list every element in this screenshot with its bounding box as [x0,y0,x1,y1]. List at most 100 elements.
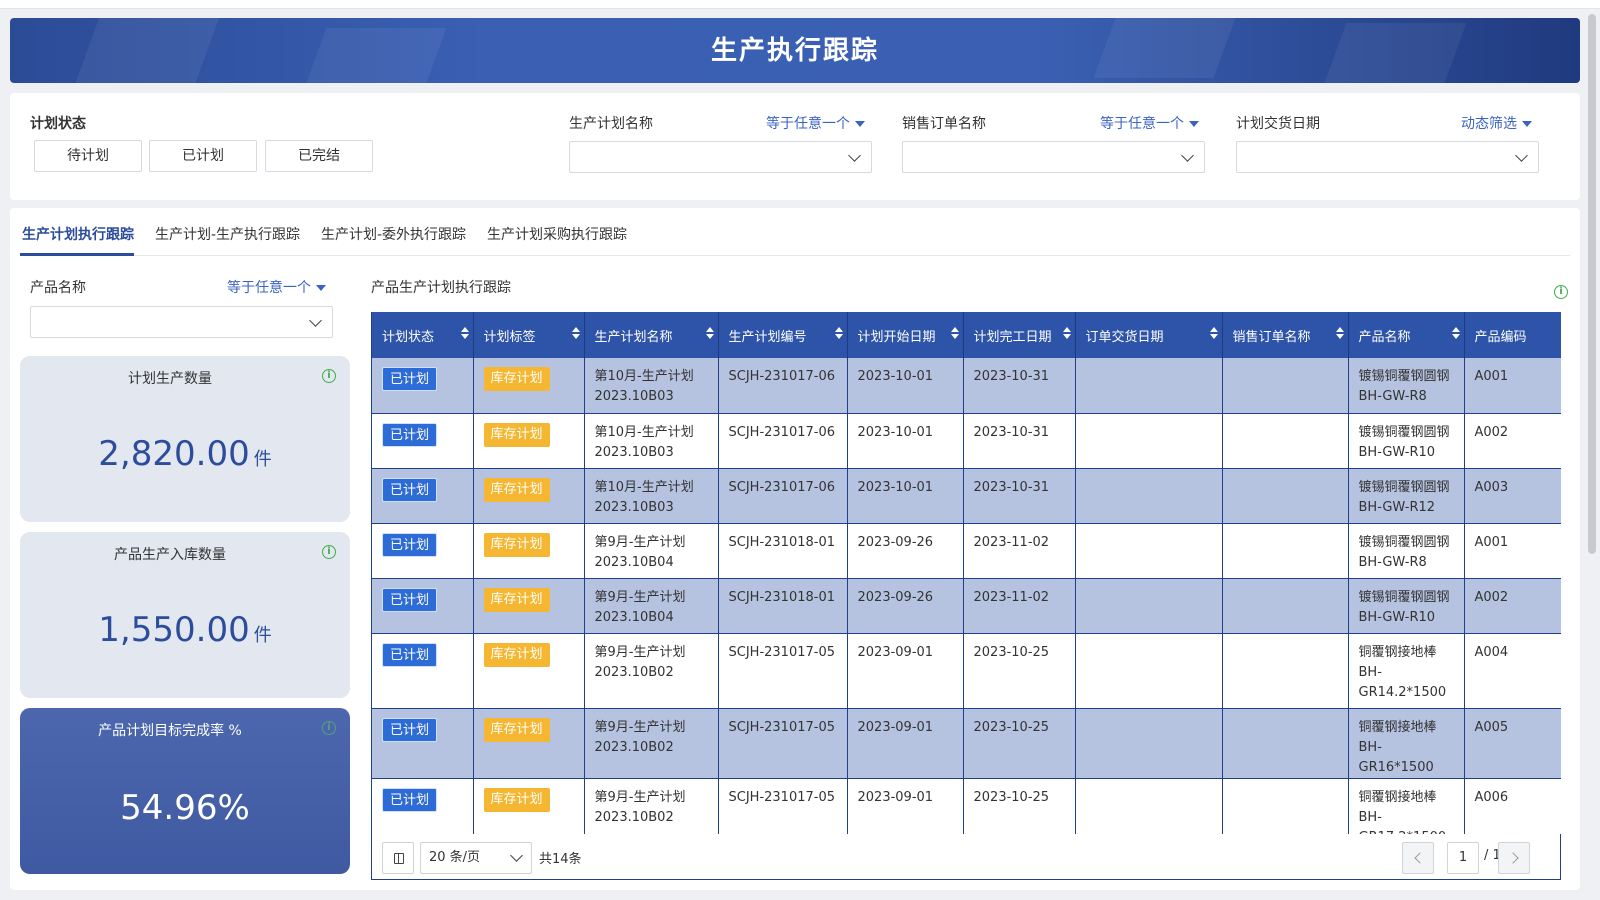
table-cell-end: 2023-10-31 [963,358,1076,414]
next-page-button[interactable] [1498,842,1530,874]
kpi-title: 计划生产数量 [128,371,212,387]
plan-status-label: 计划状态 [30,116,86,132]
column-header-label: 产品编码 [1474,329,1527,345]
table-cell-sales-order [1222,413,1349,469]
status-finished-button[interactable]: 已完结 [265,140,373,172]
table-cell-delivery [1075,578,1223,634]
delivery-date-operator[interactable]: 动态筛选 [1461,113,1532,133]
cell-text: 第9月-生产计划 2023.10B02 [594,719,686,755]
product-filter-operator[interactable]: 等于任意一个 [227,277,326,297]
plan-name-operator-text: 等于任意一个 [766,116,850,132]
cell-text: 2023-10-01 [857,479,934,495]
table-cell-label: 库存计划 [473,413,585,469]
column-header[interactable]: 计划完工日期 [963,312,1076,358]
page-size-select[interactable]: 20 条/页 [420,842,532,874]
product-filter-label: 产品名称 [30,280,86,296]
sales-order-select[interactable] [902,141,1205,173]
prev-page-button[interactable] [1402,842,1434,874]
cell-text: 2023-10-31 [973,369,1050,384]
status-badge: 已计划 [382,532,438,557]
status-pending-button[interactable]: 待计划 [34,140,142,172]
sales-order-operator[interactable]: 等于任意一个 [1100,113,1199,133]
table-row[interactable]: 已计划 库存计划 第9月-生产计划 2023.10B04 SCJH-231018-01… [372,523,1561,579]
column-header[interactable]: 计划标签 [473,312,585,358]
chevron-down-icon [1515,149,1528,162]
column-header[interactable]: 计划状态 [372,312,474,358]
column-header[interactable]: 产品编码 [1464,312,1561,358]
current-page-input[interactable]: 1 [1447,842,1479,874]
table-row[interactable]: 已计划 库存计划 第9月-生产计划 2023.10B02 SCJH-231017-05… [372,633,1561,709]
cell-text: 铜覆钢接地棒 BH- GR14.2*1500 [1358,644,1447,700]
table-cell-start: 2023-09-26 [847,578,964,634]
tab-outsource-execution[interactable]: 生产计划-委外执行跟踪 [321,224,466,244]
table-cell-plan-name: 第10月-生产计划 2023.10B03 [584,468,719,524]
table-body: 已计划 库存计划 第10月-生产计划 2023.10B03 SCJH-231017-0… [372,358,1561,834]
table-cell-status: 已计划 [372,633,474,709]
status-badge: 已计划 [382,587,438,612]
info-icon[interactable]: i [322,721,336,735]
status-planned-button[interactable]: 已计划 [149,140,257,172]
cell-text: 第9月-生产计划 2023.10B04 [594,589,686,625]
table-cell-status: 已计划 [372,523,474,579]
table-row[interactable]: 已计划 库存计划 第9月-生产计划 2023.10B02 SCJH-231017-05… [372,778,1561,834]
table-cell-product: 镀锡铜覆钢圆钢 BH-GW-R8 [1348,523,1465,579]
execution-table: 计划状态 计划标签 生产计划名称 生产计划编号 计划开始日期 计划完工日期 订单… [372,312,1561,834]
plan-tag-badge: 库存计划 [483,422,550,447]
plan-tag-badge: 库存计划 [483,367,550,391]
tab-production-execution[interactable]: 生产计划-生产执行跟踪 [155,224,300,244]
cell-text: 第10月-生产计划 2023.10B03 [594,369,694,404]
product-select[interactable] [30,306,333,338]
table-cell-plan-name: 第9月-生产计划 2023.10B02 [584,633,719,709]
tab-purchase-execution[interactable]: 生产计划采购执行跟踪 [487,224,627,244]
table-cell-sales-order [1222,523,1349,579]
cell-text: SCJH-231017-05 [728,789,836,805]
table-cell-delivery [1075,708,1223,779]
cell-text: A006 [1474,789,1509,805]
info-icon[interactable]: i [322,545,336,559]
plan-name-select[interactable] [569,141,872,173]
cell-text: 第9月-生产计划 2023.10B02 [594,789,686,825]
cell-text: SCJH-231017-06 [728,369,836,384]
table-row[interactable]: 已计划 库存计划 第9月-生产计划 2023.10B04 SCJH-231018-01… [372,578,1561,634]
cell-text: SCJH-231017-06 [728,479,836,495]
column-settings-button[interactable] [382,842,414,874]
cell-text: A002 [1474,589,1509,605]
table-cell-end: 2023-11-02 [963,523,1076,579]
kpi-value: 2,820.00 件 [20,434,350,474]
column-header-label: 计划开始日期 [857,329,936,345]
info-icon[interactable]: i [322,369,336,383]
cell-text: SCJH-231017-06 [728,424,836,440]
table-row[interactable]: 已计划 库存计划 第10月-生产计划 2023.10B03 SCJH-231017-0… [372,413,1561,469]
column-header[interactable]: 订单交货日期 [1075,312,1223,358]
column-header[interactable]: 产品名称 [1348,312,1465,358]
cell-text: 2023-09-26 [857,534,934,550]
column-header[interactable]: 销售订单名称 [1222,312,1349,358]
cell-text: 第10月-生产计划 2023.10B03 [594,479,694,515]
table-container[interactable]: 计划状态 计划标签 生产计划名称 生产计划编号 计划开始日期 计划完工日期 订单… [371,312,1561,834]
page-scrollbar[interactable] [1588,14,1596,554]
cell-text: 2023-09-01 [857,719,934,735]
table-cell-status: 已计划 [372,778,474,834]
tab-plan-execution[interactable]: 生产计划执行跟踪 [22,224,134,244]
column-header[interactable]: 生产计划名称 [584,312,719,358]
info-icon[interactable]: i [1554,285,1568,299]
delivery-date-select[interactable] [1236,141,1539,173]
table-cell-end: 2023-10-25 [963,633,1076,709]
cell-text: 2023-09-01 [857,644,934,660]
table-row[interactable]: 已计划 库存计划 第10月-生产计划 2023.10B03 SCJH-231017-0… [372,468,1561,524]
plan-name-operator[interactable]: 等于任意一个 [766,113,865,133]
table-cell-code: A004 [1464,633,1561,709]
table-row[interactable]: 已计划 库存计划 第10月-生产计划 2023.10B03 SCJH-231017-0… [372,358,1561,414]
column-header[interactable]: 生产计划编号 [718,312,848,358]
table-cell-code: A002 [1464,578,1561,634]
column-header-label: 计划完工日期 [973,329,1052,345]
table-cell-plan-no: SCJH-231017-05 [718,708,848,779]
table-cell-start: 2023-09-01 [847,778,964,834]
cell-text: 2023-10-01 [857,369,934,384]
delivery-date-filter-label: 计划交货日期 [1236,116,1320,132]
table-cell-code: A001 [1464,358,1561,414]
cell-text: 2023-09-26 [857,589,934,605]
column-header[interactable]: 计划开始日期 [847,312,964,358]
table-row[interactable]: 已计划 库存计划 第9月-生产计划 2023.10B02 SCJH-231017-05… [372,708,1561,779]
table-cell-plan-no: SCJH-231018-01 [718,523,848,579]
